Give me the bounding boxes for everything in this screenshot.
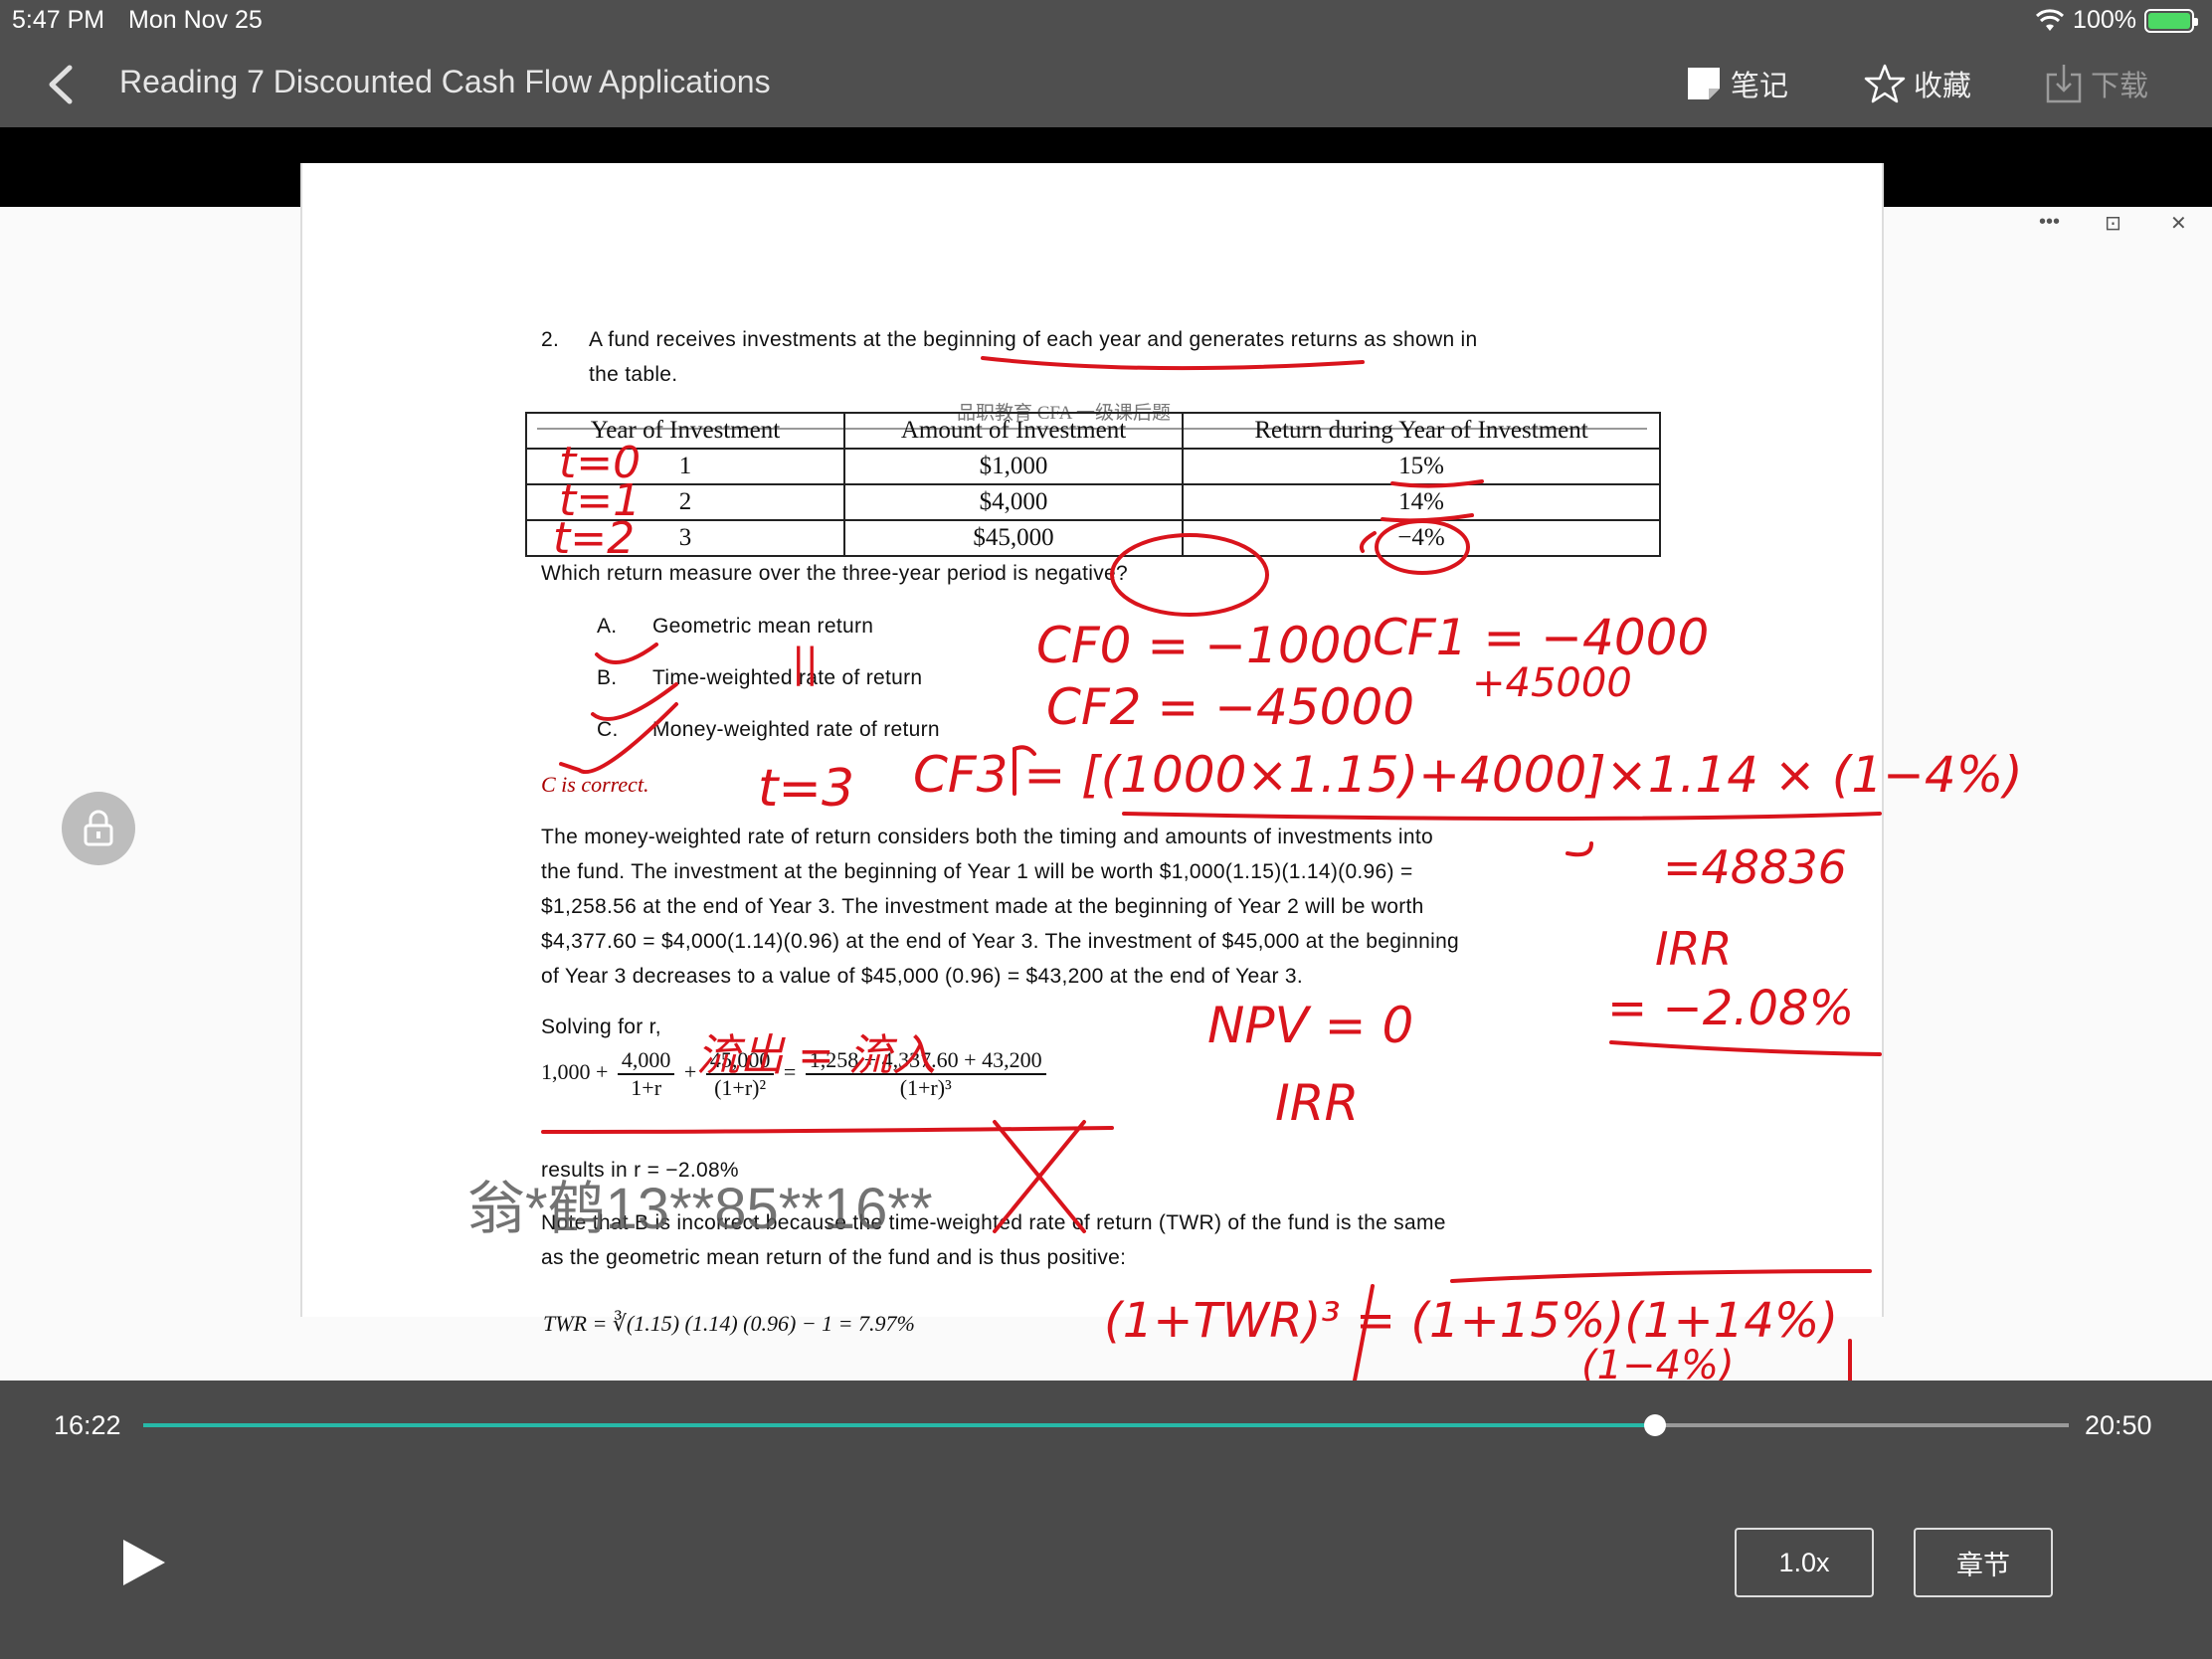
download-icon [2046, 65, 2082, 103]
download-label: 下载 [2091, 71, 2149, 102]
twr-formula: TWR = ∛(1.15) (1.14) (0.96) − 1 = 7.97% [543, 1311, 915, 1336]
explanation-line: The money-weighted rate of return consid… [541, 826, 1433, 848]
table-cell: 2 [525, 483, 845, 521]
playback-speed-button[interactable]: 1.0x [1735, 1528, 1874, 1597]
answer-label: C is correct. [541, 772, 649, 797]
restore-icon: ⊡ [2105, 213, 2121, 235]
table-cell: 15% [1182, 448, 1661, 485]
download-button[interactable]: 下载 [2045, 60, 2148, 107]
player-controls: 16:22 20:50 1.0x 章节 [0, 1381, 2212, 1659]
table-cell: $4,000 [843, 483, 1184, 521]
status-date: Mon Nov 25 [128, 6, 263, 34]
mwr-equation: 1,000 + 4,000 1+r + 45,000 (1+r)² = 1,258 … [541, 1047, 1050, 1101]
option-text: Geometric mean return [652, 615, 874, 638]
note-button[interactable]: 笔记 [1685, 60, 1788, 107]
note-label: 笔记 [1731, 71, 1789, 102]
battery-percent: 100% [2073, 6, 2136, 34]
table-header-row: Year of Investment Amount of Investment … [525, 412, 1661, 450]
equation-fraction: 1,258 + 4,337.60 + 43,200 (1+r)³ [805, 1047, 1046, 1101]
option-text: Money-weighted rate of return [652, 718, 940, 741]
equation-denominator: 1+r [631, 1075, 662, 1100]
equation-numerator: 4,000 [617, 1047, 675, 1075]
current-time: 16:22 [54, 1410, 121, 1440]
explanation-line: $1,258.56 at the end of Year 3. The inve… [541, 895, 1424, 918]
progress-thumb[interactable] [1643, 1414, 1666, 1436]
table-row: 1 $1,000 15% [525, 448, 1661, 485]
equation-numerator: 45,000 [705, 1047, 775, 1075]
question-prompt: Which return measure over the three-year… [541, 562, 1128, 585]
lock-icon [84, 810, 113, 846]
column-header: Return during Year of Investment [1182, 412, 1661, 450]
table-row: 2 $4,000 14% [525, 483, 1661, 521]
progress-fill [143, 1423, 1655, 1427]
table-cell: 14% [1182, 483, 1661, 521]
equation-fraction: 4,000 1+r [617, 1047, 675, 1101]
equation-term: 1,000 [541, 1059, 591, 1085]
explanation-line: the fund. The investment at the beginnin… [541, 860, 1413, 883]
close-icon: ✕ [2170, 213, 2187, 235]
option-letter: A. [597, 615, 618, 638]
table-cell: −4% [1182, 519, 1661, 557]
table-cell: $45,000 [843, 519, 1184, 557]
equation-numerator: 1,258 + 4,337.60 + 43,200 [805, 1047, 1046, 1075]
back-button[interactable] [40, 60, 80, 109]
play-icon [123, 1540, 165, 1585]
video-player[interactable]: ••• ⊡ ✕ 品职教育 CFA 一级课后题 2. A fund receive… [0, 127, 2212, 1381]
star-icon [1864, 64, 1906, 103]
favorite-button[interactable]: 收藏 [1864, 60, 1971, 107]
battery-icon [2144, 8, 2198, 33]
play-button[interactable] [119, 1536, 169, 1589]
status-time: 5:47 PM [12, 6, 105, 34]
question-line-1: A fund receives investments at the begin… [589, 328, 1478, 351]
total-time: 20:50 [2085, 1410, 2152, 1440]
equation-fraction: 45,000 (1+r)² [705, 1047, 775, 1101]
investment-table: Year of Investment Amount of Investment … [525, 412, 1661, 557]
column-header: Amount of Investment [843, 412, 1184, 450]
table-cell: 1 [525, 448, 845, 485]
chapter-button[interactable]: 章节 [1914, 1528, 2053, 1597]
progress-slider[interactable] [143, 1414, 2069, 1436]
equation-denominator: (1+r)² [714, 1075, 767, 1100]
option-letter: C. [597, 718, 619, 741]
column-header: Year of Investment [525, 412, 845, 450]
status-right: 100% [2035, 6, 2198, 35]
table-row: 3 $45,000 −4% [525, 519, 1661, 557]
option-text: Time-weighted rate of return [652, 666, 923, 689]
note-line: as the geometric mean return of the fund… [541, 1246, 1127, 1269]
equation-denominator: (1+r)³ [899, 1075, 952, 1100]
note-icon [1688, 68, 1720, 99]
explanation-line: $4,377.60 = $4,000(1.14)(0.96) at the en… [541, 930, 1460, 953]
table-cell: $1,000 [843, 448, 1184, 485]
user-watermark: 翁*鹤13**85**16** [467, 1177, 933, 1241]
screen-lock-button[interactable] [62, 792, 135, 865]
table-cell: 3 [525, 519, 845, 557]
page-title: Reading 7 Discounted Cash Flow Applicati… [119, 64, 771, 99]
top-bar: 5:47 PM Mon Nov 25 100% Reading 7 Discou… [0, 0, 2212, 127]
wifi-icon [2036, 8, 2065, 31]
question-line-2: the table. [589, 363, 678, 386]
explanation-line: of Year 3 decreases to a value of $45,00… [541, 965, 1303, 988]
solving-label: Solving for r, [541, 1015, 661, 1038]
question-number: 2. [541, 328, 560, 351]
more-icon: ••• [2039, 211, 2061, 233]
favorite-label: 收藏 [1914, 71, 1972, 102]
option-letter: B. [597, 666, 618, 689]
